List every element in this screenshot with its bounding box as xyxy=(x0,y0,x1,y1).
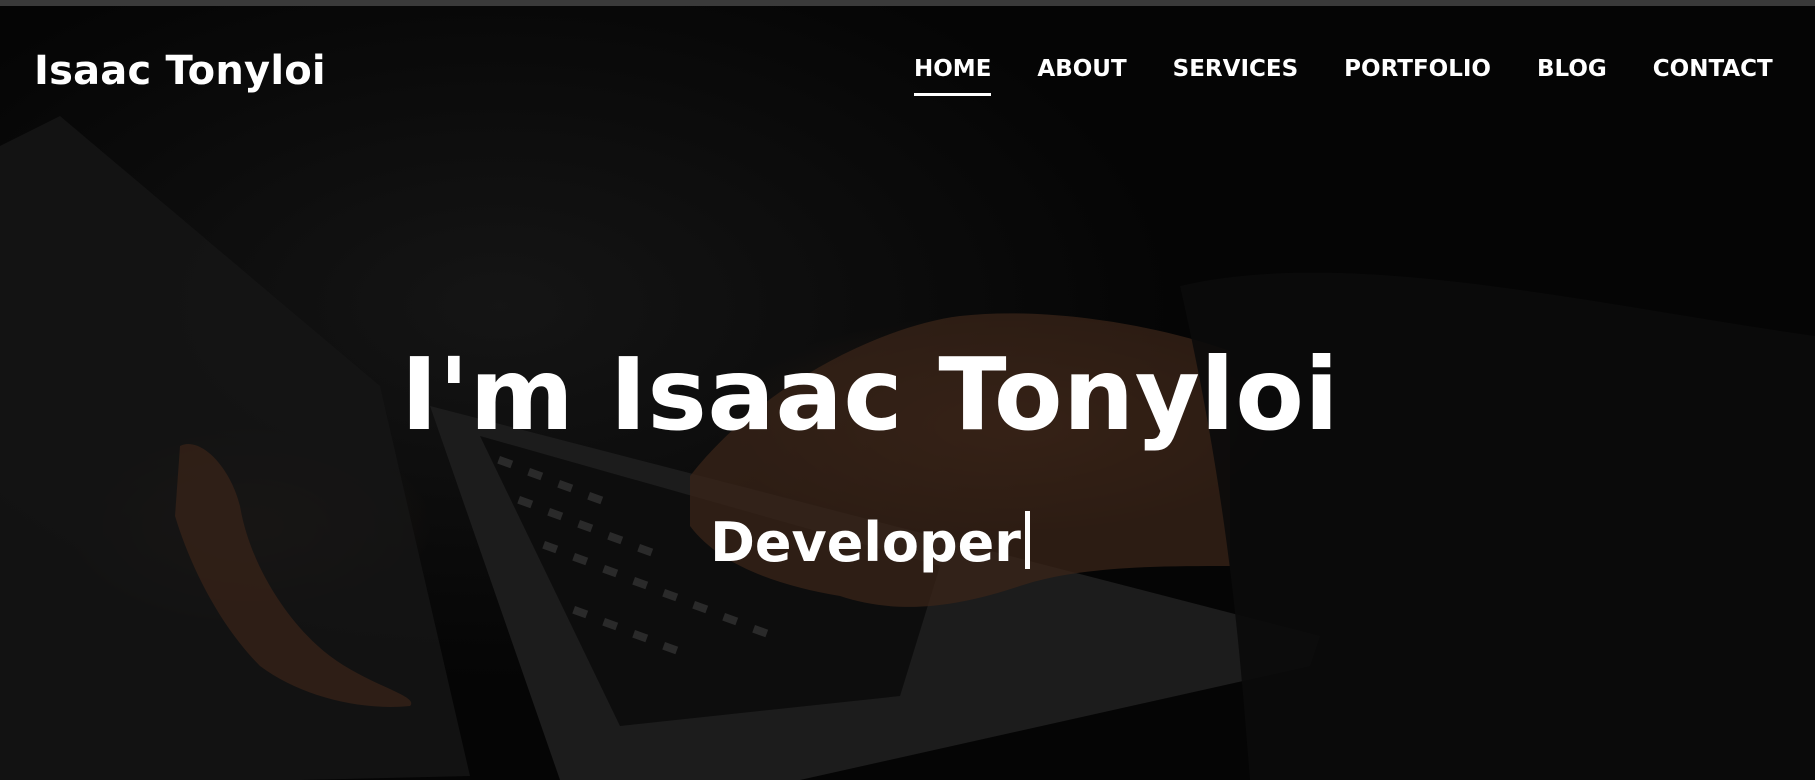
nav-item-services[interactable]: SERVICES xyxy=(1173,56,1299,82)
nav-item-portfolio[interactable]: PORTFOLIO xyxy=(1344,56,1491,82)
hero-title: I'm Isaac Tonyloi xyxy=(400,336,1340,453)
nav-item-about[interactable]: ABOUT xyxy=(1037,56,1126,82)
nav-item-home[interactable]: HOME xyxy=(914,56,992,96)
nav-item-contact[interactable]: CONTACT xyxy=(1653,56,1773,82)
hero-typed-subtitle: Developer xyxy=(0,511,1740,574)
hero-section: Isaac Tonyloi HOME ABOUT SERVICES PORTFO… xyxy=(0,6,1815,780)
nav-item-blog[interactable]: BLOG xyxy=(1537,56,1607,82)
typing-cursor xyxy=(1024,511,1030,569)
site-logo[interactable]: Isaac Tonyloi xyxy=(34,48,326,94)
typed-text: Developer xyxy=(710,511,1021,574)
main-nav: HOME ABOUT SERVICES PORTFOLIO BLOG CONTA… xyxy=(914,56,1815,96)
